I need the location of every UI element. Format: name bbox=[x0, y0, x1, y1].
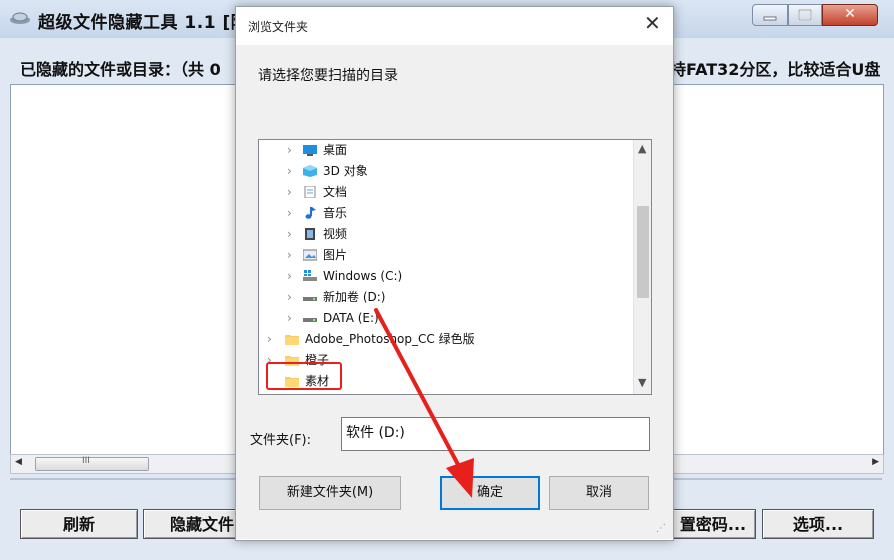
dialog-prompt: 请选择您要扫描的目录 bbox=[258, 68, 398, 84]
refresh-button[interactable]: 刷新 bbox=[20, 509, 138, 539]
dialog-close-icon[interactable]: ✕ bbox=[644, 13, 661, 33]
close-icon: ✕ bbox=[844, 6, 856, 22]
highlight-box bbox=[266, 362, 342, 390]
documents-icon bbox=[304, 186, 316, 198]
vertical-scrollbar[interactable]: ▲ ▼ bbox=[633, 140, 651, 394]
scroll-grip: III bbox=[82, 456, 90, 466]
chevron-right-icon[interactable]: › bbox=[287, 203, 292, 223]
chevron-right-icon[interactable]: › bbox=[287, 266, 292, 286]
minimize-button[interactable] bbox=[752, 4, 788, 26]
folder-tree[interactable]: › 桌面 › 3D 对象 › 文档 › 音乐 › 视频 › 图片 › Windo… bbox=[258, 139, 652, 395]
tree-item[interactable]: › 新加卷 (D:) bbox=[259, 287, 633, 307]
maximize-button[interactable] bbox=[788, 4, 822, 26]
tree-item[interactable]: › 视频 bbox=[259, 224, 633, 244]
minimize-icon bbox=[763, 16, 777, 21]
drive-icon bbox=[303, 297, 317, 301]
music-icon bbox=[305, 207, 316, 219]
set-password-button[interactable]: 置密码... bbox=[670, 509, 756, 539]
app-icon bbox=[10, 12, 30, 24]
chevron-right-icon[interactable]: › bbox=[267, 329, 272, 349]
scroll-thumb[interactable]: III bbox=[35, 456, 149, 471]
chevron-right-icon[interactable]: › bbox=[287, 224, 292, 244]
ok-button[interactable]: 确定 bbox=[440, 476, 540, 510]
tree-item[interactable]: › 音乐 bbox=[259, 203, 633, 223]
window-title: 超级文件隐藏工具 1.1 [隐藏 bbox=[38, 13, 266, 33]
resize-grip-icon[interactable]: ⋰ bbox=[656, 523, 666, 534]
scroll-down-icon[interactable]: ▼ bbox=[638, 376, 646, 389]
chevron-right-icon[interactable]: › bbox=[287, 182, 292, 202]
folder-input[interactable]: 软件 (D:) bbox=[341, 417, 650, 451]
folder-icon bbox=[285, 335, 299, 345]
scroll-left-icon[interactable]: ◀ bbox=[15, 457, 22, 467]
folder-field-label: 文件夹(F): bbox=[250, 433, 312, 448]
chevron-right-icon[interactable]: › bbox=[287, 161, 292, 181]
pictures-icon bbox=[303, 249, 317, 261]
hidden-files-label: 已隐藏的文件或目录：（共 0 bbox=[20, 60, 221, 79]
tree-item[interactable]: › Adobe_Photoshop_CC 绿色版 bbox=[259, 329, 633, 349]
chevron-right-icon[interactable]: › bbox=[287, 245, 292, 265]
3d-objects-icon bbox=[303, 165, 317, 177]
scroll-thumb[interactable] bbox=[637, 206, 649, 298]
dialog-title: 浏览文件夹 bbox=[248, 20, 309, 34]
options-button[interactable]: 选项... bbox=[762, 509, 874, 539]
browse-folder-dialog: 浏览文件夹 ✕ 请选择您要扫描的目录 › 桌面 › 3D 对象 › 文档 › 音… bbox=[235, 6, 674, 541]
video-icon bbox=[305, 228, 315, 240]
scroll-up-icon[interactable]: ▲ bbox=[638, 142, 646, 155]
chevron-right-icon[interactable]: › bbox=[287, 308, 292, 328]
desktop-icon bbox=[303, 145, 317, 156]
chevron-right-icon[interactable]: › bbox=[287, 140, 292, 160]
maximize-icon bbox=[798, 9, 812, 21]
tree-item[interactable]: › 3D 对象 bbox=[259, 161, 633, 181]
tree-item[interactable]: › DATA (E:) bbox=[259, 308, 633, 328]
tree-item[interactable]: › 图片 bbox=[259, 245, 633, 265]
tree-item[interactable]: › 文档 bbox=[259, 182, 633, 202]
tree-item[interactable]: › 桌面 bbox=[259, 140, 633, 160]
tree-item[interactable]: › Windows (C:) bbox=[259, 266, 633, 286]
scroll-right-icon[interactable]: ▶ bbox=[872, 457, 879, 467]
close-button[interactable]: ✕ bbox=[822, 4, 878, 26]
cancel-button[interactable]: 取消 bbox=[549, 476, 649, 510]
new-folder-button[interactable]: 新建文件夹(M) bbox=[259, 476, 401, 510]
drive-icon bbox=[303, 318, 317, 322]
chevron-right-icon[interactable]: › bbox=[287, 287, 292, 307]
fat32-note: 持FAT32分区，比较适合U盘 bbox=[670, 60, 881, 79]
windows-drive-icon bbox=[303, 270, 317, 281]
